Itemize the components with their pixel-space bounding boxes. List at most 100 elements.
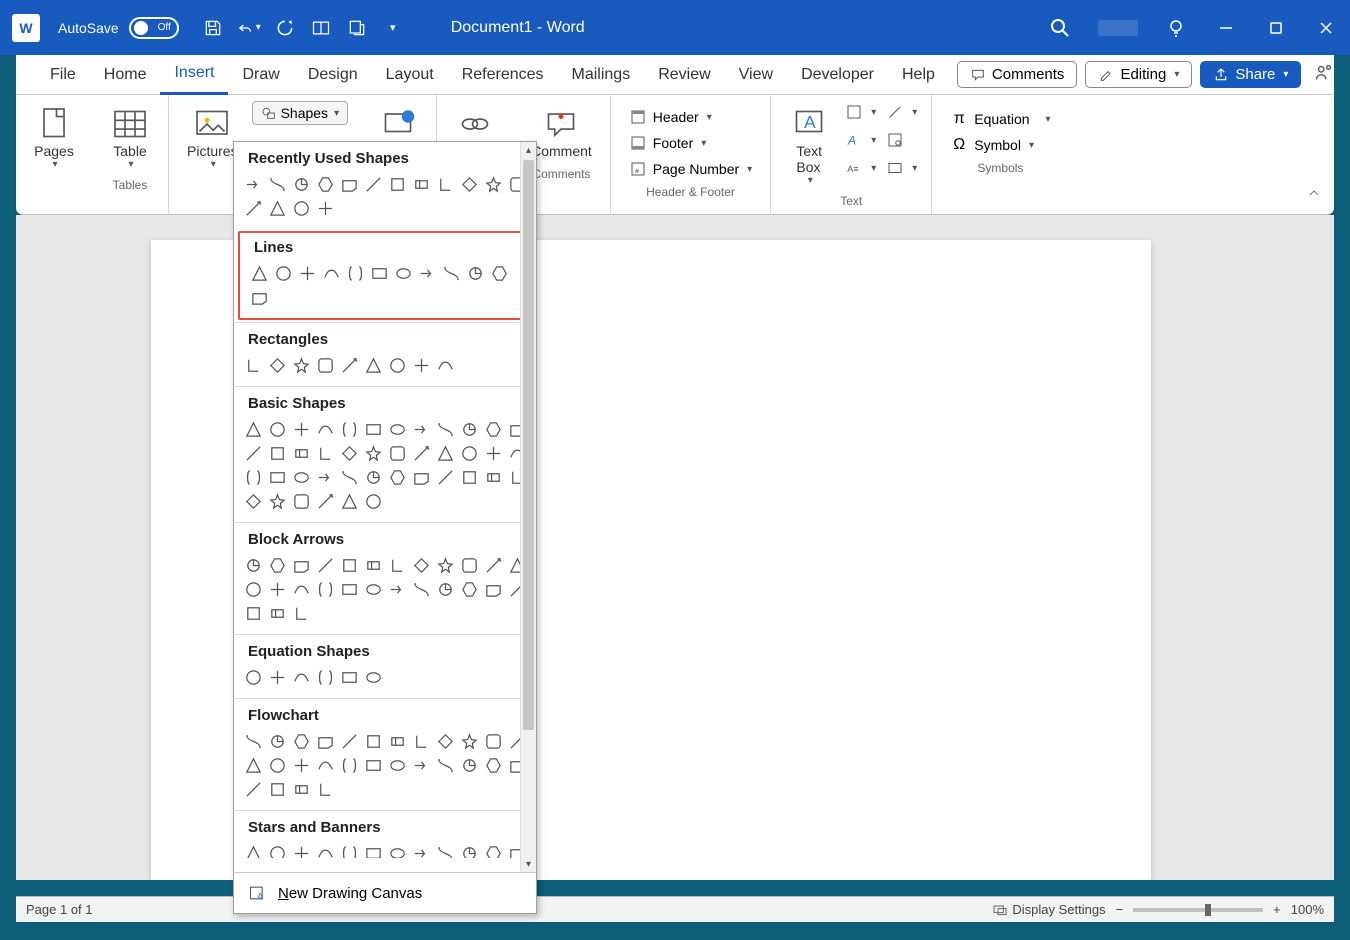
- scroll-down-icon[interactable]: ▾: [521, 856, 536, 872]
- recent-shape-2[interactable]: [290, 173, 312, 195]
- equation-shape-0[interactable]: [242, 666, 264, 688]
- lightbulb-icon[interactable]: [1164, 16, 1188, 40]
- text-box-button[interactable]: A Text Box▾: [783, 101, 835, 190]
- editing-button[interactable]: Editing▾: [1085, 61, 1192, 88]
- qat-icon-1[interactable]: [309, 16, 333, 40]
- basic-shape-2[interactable]: [290, 418, 312, 440]
- flowchart-shape-27[interactable]: [314, 778, 336, 800]
- basic-shape-3[interactable]: [314, 418, 336, 440]
- stars-shape-7[interactable]: [410, 842, 432, 858]
- flowchart-shape-2[interactable]: [290, 730, 312, 752]
- flowchart-shape-5[interactable]: [362, 730, 384, 752]
- flowchart-shape-1[interactable]: [266, 730, 288, 752]
- tab-help[interactable]: Help: [888, 55, 949, 95]
- block-arrows-shape-24[interactable]: [242, 602, 264, 624]
- recent-shape-4[interactable]: [338, 173, 360, 195]
- rectangles-shape-8[interactable]: [434, 354, 456, 376]
- basic-shape-18[interactable]: [386, 442, 408, 464]
- block-arrows-shape-2[interactable]: [290, 554, 312, 576]
- recent-shape-14[interactable]: [290, 197, 312, 219]
- recent-shape-9[interactable]: [458, 173, 480, 195]
- tab-home[interactable]: Home: [90, 55, 161, 95]
- block-arrows-shape-7[interactable]: [410, 554, 432, 576]
- equation-button[interactable]: πEquation▾: [944, 107, 1056, 131]
- block-arrows-shape-15[interactable]: [314, 578, 336, 600]
- lines-shape-3[interactable]: [320, 262, 342, 284]
- flowchart-shape-3[interactable]: [314, 730, 336, 752]
- basic-shape-4[interactable]: [338, 418, 360, 440]
- comments-button[interactable]: Comments: [957, 61, 1078, 88]
- block-arrows-shape-13[interactable]: [266, 578, 288, 600]
- lines-shape-11[interactable]: [248, 286, 270, 308]
- page-number-button[interactable]: #Page Number▾: [623, 157, 758, 181]
- new-drawing-canvas-button[interactable]: A New Drawing Canvas: [234, 872, 536, 913]
- block-arrows-shape-16[interactable]: [338, 578, 360, 600]
- equation-shape-1[interactable]: [266, 666, 288, 688]
- recent-shape-10[interactable]: [482, 173, 504, 195]
- basic-shape-5[interactable]: [362, 418, 384, 440]
- stars-shape-10[interactable]: [482, 842, 504, 858]
- block-arrows-shape-12[interactable]: [242, 578, 264, 600]
- block-arrows-shape-22[interactable]: [482, 578, 504, 600]
- basic-shape-40[interactable]: [338, 490, 360, 512]
- basic-shape-26[interactable]: [290, 466, 312, 488]
- text-misc-6[interactable]: ▾: [884, 157, 919, 179]
- block-arrows-shape-8[interactable]: [434, 554, 456, 576]
- search-icon[interactable]: [1048, 16, 1072, 40]
- recent-shape-12[interactable]: [242, 197, 264, 219]
- flowchart-shape-26[interactable]: [290, 778, 312, 800]
- document-canvas[interactable]: [16, 215, 1334, 880]
- stars-shape-5[interactable]: [362, 842, 384, 858]
- tab-file[interactable]: File: [36, 55, 90, 95]
- rectangles-shape-6[interactable]: [386, 354, 408, 376]
- basic-shape-8[interactable]: [434, 418, 456, 440]
- stars-shape-6[interactable]: [386, 842, 408, 858]
- redo-icon[interactable]: [273, 16, 297, 40]
- text-misc-5[interactable]: A≡▾: [843, 157, 878, 179]
- pages-button[interactable]: Pages▾: [28, 101, 80, 174]
- block-arrows-shape-14[interactable]: [290, 578, 312, 600]
- recent-shape-0[interactable]: [242, 173, 264, 195]
- basic-shape-25[interactable]: [266, 466, 288, 488]
- flowchart-shape-20[interactable]: [434, 754, 456, 776]
- save-icon[interactable]: [201, 16, 225, 40]
- block-arrows-shape-3[interactable]: [314, 554, 336, 576]
- rectangles-shape-1[interactable]: [266, 354, 288, 376]
- rectangles-shape-7[interactable]: [410, 354, 432, 376]
- basic-shape-13[interactable]: [266, 442, 288, 464]
- rectangles-shape-5[interactable]: [362, 354, 384, 376]
- recent-shape-6[interactable]: [386, 173, 408, 195]
- tab-layout[interactable]: Layout: [372, 55, 448, 95]
- equation-shape-4[interactable]: [338, 666, 360, 688]
- shapes-scrollbar[interactable]: ▴ ▾: [520, 142, 536, 872]
- flowchart-shape-13[interactable]: [266, 754, 288, 776]
- lines-shape-6[interactable]: [392, 262, 414, 284]
- equation-shape-3[interactable]: [314, 666, 336, 688]
- basic-shape-34[interactable]: [482, 466, 504, 488]
- scroll-up-icon[interactable]: ▴: [521, 142, 536, 158]
- flowchart-shape-7[interactable]: [410, 730, 432, 752]
- basic-shape-7[interactable]: [410, 418, 432, 440]
- block-arrows-shape-18[interactable]: [386, 578, 408, 600]
- text-misc-1[interactable]: ▾: [843, 101, 878, 123]
- stars-shape-8[interactable]: [434, 842, 456, 858]
- basic-shape-22[interactable]: [482, 442, 504, 464]
- basic-shape-24[interactable]: [242, 466, 264, 488]
- block-arrows-shape-5[interactable]: [362, 554, 384, 576]
- lines-shape-4[interactable]: [344, 262, 366, 284]
- close-icon[interactable]: [1314, 16, 1338, 40]
- block-arrows-shape-10[interactable]: [482, 554, 504, 576]
- rectangles-shape-0[interactable]: [242, 354, 264, 376]
- basic-shape-36[interactable]: [242, 490, 264, 512]
- basic-shape-17[interactable]: [362, 442, 384, 464]
- basic-shape-39[interactable]: [314, 490, 336, 512]
- equation-shape-2[interactable]: [290, 666, 312, 688]
- basic-shape-1[interactable]: [266, 418, 288, 440]
- shapes-button[interactable]: Shapes▾: [252, 101, 349, 125]
- undo-icon[interactable]: ▾: [237, 16, 261, 40]
- block-arrows-shape-4[interactable]: [338, 554, 360, 576]
- basic-shape-6[interactable]: [386, 418, 408, 440]
- flowchart-shape-4[interactable]: [338, 730, 360, 752]
- flowchart-shape-21[interactable]: [458, 754, 480, 776]
- header-button[interactable]: Header▾: [623, 105, 758, 129]
